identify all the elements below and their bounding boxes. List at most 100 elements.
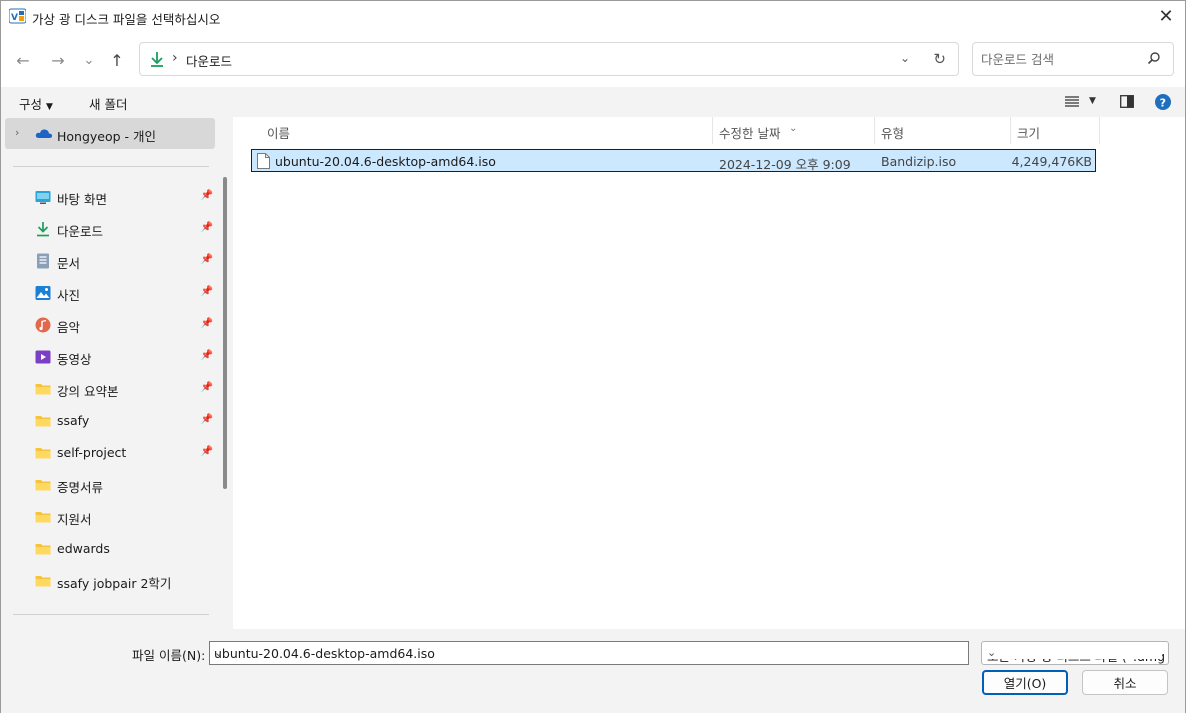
column-header-type[interactable]: 유형 [875, 117, 1010, 144]
virtualbox-app-icon: V [9, 8, 26, 24]
close-icon[interactable]: ✕ [1155, 5, 1177, 27]
navigation-bar: ← → ⌄ ↑ › 다운로드 ⌄ ↻ [1, 31, 1185, 87]
sidebar-divider [13, 614, 209, 615]
sidebar-item-pictures[interactable]: 사진 📌 [5, 278, 215, 308]
filename-field[interactable]: ubuntu-20.04.6-desktop-amd64.iso ⌄ [209, 641, 969, 665]
sidebar-item-folder[interactable]: 지원서 [5, 502, 215, 532]
file-list: 이름 수정한 날짜 ⌄ 유형 크기 ubuntu-20.04.6-desktop… [233, 117, 1185, 629]
pin-icon: 📌 [200, 286, 213, 297]
navigation-pane: › Hongyeop - 개인 바탕 화면 📌 다운로드 📌 문서 📌 사진 📌… [1, 117, 233, 629]
back-arrow-icon[interactable]: ← [12, 49, 34, 71]
open-button[interactable]: 열기(O) [982, 670, 1068, 695]
pin-icon: 📌 [200, 382, 213, 393]
sidebar-item-videos[interactable]: 동영상 📌 [5, 342, 215, 372]
organize-label: 구성 [19, 97, 43, 112]
file-type: Bandizip.iso [881, 154, 957, 169]
videos-icon [35, 350, 51, 364]
command-bar: 구성 ▼ 새 폴더 ▼ ? [1, 87, 1185, 117]
sidebar-item-label: 사진 [57, 288, 81, 303]
filename-label: 파일 이름(N): [132, 648, 206, 663]
file-icon [257, 153, 270, 169]
download-icon [151, 52, 163, 67]
sidebar-item-label: ssafy jobpair 2학기 [57, 576, 172, 591]
svg-text:?: ? [1160, 97, 1166, 110]
folder-icon [35, 512, 51, 523]
view-dropdown-icon[interactable]: ▼ [1089, 96, 1096, 106]
folder-icon [35, 384, 51, 395]
sidebar-item-downloads[interactable]: 다운로드 📌 [5, 214, 215, 244]
download-icon [37, 222, 49, 237]
sidebar-item-folder[interactable]: 증명서류 [5, 470, 215, 500]
sidebar-item-folder[interactable]: self-project 📌 [5, 438, 215, 468]
filename-dropdown-chevron-icon[interactable]: ⌄ [214, 646, 962, 659]
address-dropdown-chevron-icon[interactable]: ⌄ [900, 51, 910, 65]
column-header-name[interactable]: 이름 [233, 117, 713, 144]
cancel-button[interactable]: 취소 [1082, 670, 1168, 695]
onedrive-cloud-icon [35, 129, 53, 138]
search-box[interactable] [972, 42, 1174, 76]
music-icon [35, 317, 51, 333]
preview-pane-icon[interactable] [1120, 95, 1134, 108]
search-input[interactable] [981, 49, 1141, 69]
folder-icon [35, 480, 51, 491]
folder-icon [35, 448, 51, 459]
sidebar-item-folder[interactable]: ssafy 📌 [5, 406, 215, 436]
column-header-size[interactable]: 크기 [1011, 117, 1099, 144]
dialog-footer: 파일 이름(N): ubuntu-20.04.6-desktop-amd64.i… [1, 629, 1185, 713]
sidebar-item-folder[interactable]: 강의 요약본 📌 [5, 374, 215, 404]
svg-text:V: V [11, 13, 18, 23]
breadcrumb-separator-icon: › [172, 50, 178, 66]
recent-locations-chevron-icon[interactable]: ⌄ [78, 49, 100, 71]
sidebar-item-desktop[interactable]: 바탕 화면 📌 [5, 182, 215, 212]
file-type-filter-select[interactable]: 모든 가상 광 디스크 파일 (*.dmg ⌄ [981, 641, 1169, 665]
sidebar-item-folder[interactable]: edwards [5, 534, 215, 564]
up-arrow-icon[interactable]: ↑ [106, 49, 128, 71]
title-bar: V 가상 광 디스크 파일을 선택하십시오 ✕ [1, 1, 1185, 31]
pin-icon: 📌 [200, 446, 213, 457]
sidebar-item-onedrive-label: Hongyeop - 개인 [57, 129, 157, 144]
view-options-icon[interactable] [1065, 96, 1079, 108]
new-folder-button[interactable]: 새 폴더 [89, 94, 127, 113]
address-bar[interactable]: › 다운로드 ⌄ ↻ [139, 42, 959, 76]
sidebar-divider [13, 166, 209, 167]
pin-icon: 📌 [200, 414, 213, 425]
sort-indicator-icon: ⌄ [789, 123, 798, 134]
desktop-icon [35, 191, 51, 204]
sidebar-item-label: edwards [57, 541, 110, 556]
refresh-icon[interactable]: ↻ [933, 50, 946, 68]
column-divider[interactable] [1099, 117, 1100, 144]
forward-arrow-icon[interactable]: → [47, 49, 69, 71]
sidebar-scrollbar[interactable] [223, 177, 227, 489]
organize-button[interactable]: 구성 ▼ [19, 94, 53, 113]
help-icon[interactable]: ? [1155, 94, 1171, 110]
sidebar-item-music[interactable]: 음악 📌 [5, 310, 215, 340]
sidebar-item-label: 강의 요약본 [57, 384, 119, 399]
breadcrumb-downloads[interactable]: 다운로드 [186, 51, 232, 70]
sidebar-item-label: 지원서 [57, 512, 92, 527]
pin-icon: 📌 [200, 318, 213, 329]
sidebar-item-label: ssafy [57, 413, 90, 428]
documents-icon [37, 253, 49, 269]
column-header-modified[interactable]: 수정한 날짜 ⌄ [713, 117, 874, 144]
sidebar-item-documents[interactable]: 문서 📌 [5, 246, 215, 276]
pin-icon: 📌 [200, 222, 213, 233]
sidebar-item-label: 동영상 [57, 352, 92, 367]
expand-chevron-icon[interactable]: › [15, 126, 19, 139]
pin-icon: 📌 [200, 350, 213, 361]
sidebar-item-label: 음악 [57, 320, 81, 335]
sidebar-item-label: 증명서류 [57, 480, 104, 495]
folder-icon [35, 576, 51, 587]
file-name: ubuntu-20.04.6-desktop-amd64.iso [275, 154, 496, 169]
sidebar-item-onedrive[interactable]: › Hongyeop - 개인 [5, 118, 215, 149]
filter-dropdown-chevron-icon[interactable]: ⌄ [987, 646, 1162, 659]
organize-dropdown-icon: ▼ [46, 102, 53, 112]
sidebar-item-label: 바탕 화면 [57, 192, 107, 207]
file-size: 4,249,476KB [1011, 154, 1092, 169]
sidebar-item-folder[interactable]: ssafy jobpair 2학기 [5, 566, 215, 596]
search-icon[interactable] [1147, 51, 1161, 65]
pictures-icon [35, 286, 51, 300]
folder-icon [35, 544, 51, 555]
sidebar-item-label: 다운로드 [57, 224, 104, 239]
table-row[interactable]: ubuntu-20.04.6-desktop-amd64.iso 2024-12… [251, 149, 1096, 172]
dialog-title: 가상 광 디스크 파일을 선택하십시오 [32, 12, 221, 27]
